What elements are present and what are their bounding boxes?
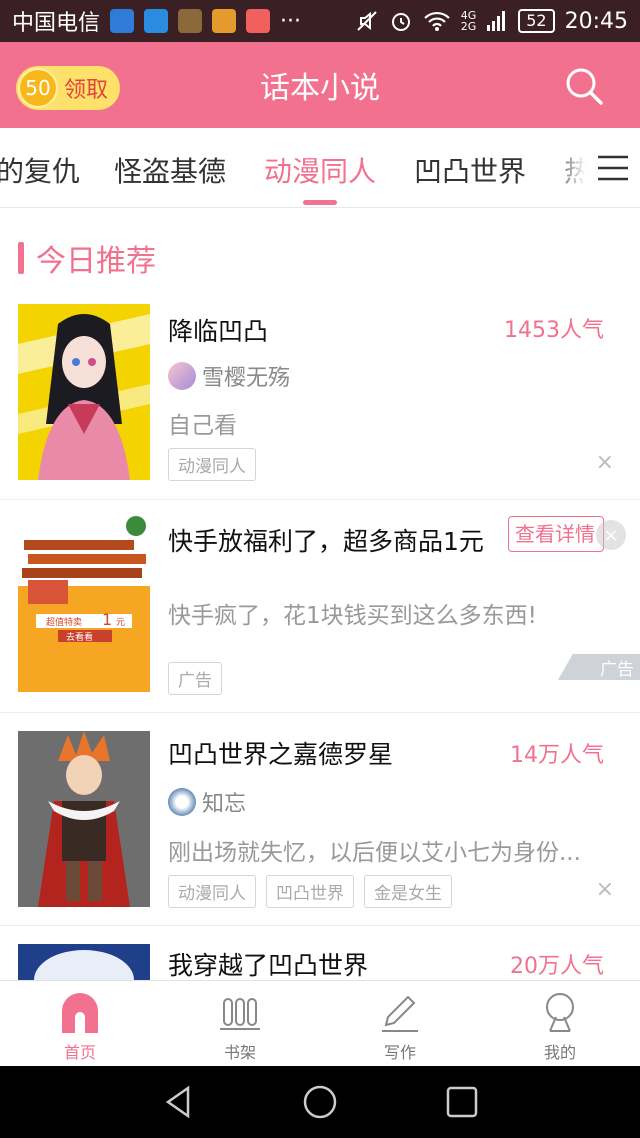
nav-home[interactable]: 首页	[0, 981, 160, 1066]
tag[interactable]: 凹凸世界	[266, 875, 354, 908]
ad-title[interactable]: 快手放福利了，超多商品1元	[168, 522, 484, 558]
book-title[interactable]: 我穿越了凹凸世界	[168, 946, 368, 980]
signal-icon	[487, 11, 506, 31]
book-cover[interactable]	[18, 731, 150, 907]
nav-label: 书架	[223, 1043, 256, 1062]
section-header: 今日推荐	[18, 240, 156, 279]
nav-bookshelf[interactable]: 书架	[160, 981, 320, 1066]
tag-list: 广告	[168, 662, 222, 695]
close-icon[interactable]: ×	[596, 877, 614, 902]
tag-list: 动漫同人	[168, 448, 256, 481]
avatar	[168, 788, 196, 816]
ad-cover-button: 去看看	[66, 633, 94, 643]
pencil-icon	[382, 995, 418, 1032]
author-info[interactable]: 知忘	[168, 786, 246, 818]
book-card[interactable]: 我穿越了凹凸世界 20万人气	[0, 926, 640, 980]
status-bar: 中国电信 ··· 4G 2G 52 20:45	[0, 0, 640, 42]
search-icon[interactable]	[564, 66, 604, 106]
book-description: 刚出场就失忆，以后便以艾小七为身份...	[168, 840, 581, 866]
book-cover[interactable]	[18, 944, 150, 980]
tab-revenge[interactable]: 的复仇	[0, 150, 80, 190]
nav-label: 写作	[383, 1043, 416, 1062]
ad-cover-price: 1	[102, 610, 113, 629]
active-tab-indicator	[303, 200, 337, 205]
close-icon[interactable]: ×	[596, 520, 626, 550]
nav-profile[interactable]: 我的	[480, 981, 640, 1066]
tag[interactable]: 动漫同人	[168, 875, 256, 908]
home-icon	[62, 993, 98, 1033]
tab-king-of-battle[interactable]: 凹凸世界	[414, 150, 526, 190]
book-title[interactable]: 凹凸世界之嘉德罗星	[168, 735, 393, 771]
ad-card[interactable]: 超值特卖 1 元 去看看 快手放福利了，超多商品1元 查看详情 × 快手疯了，花…	[0, 500, 640, 713]
book-description: 自己看	[168, 413, 237, 439]
nav-label: 首页	[63, 1043, 96, 1062]
section-accent-bar	[18, 242, 24, 274]
popularity-count: 14万人气	[510, 743, 604, 768]
nav-write[interactable]: 写作	[320, 981, 480, 1066]
message-notification-icon	[144, 9, 169, 33]
more-notifications-icon: ···	[280, 8, 301, 34]
book-card[interactable]: 凹凸世界之嘉德罗星 14万人气 知忘 刚出场就失忆，以后便以艾小七为身份... …	[0, 713, 640, 926]
ad-description: 快手疯了，花1块钱买到这么多东西!	[168, 603, 537, 629]
app-header: 50 领取 话本小说	[0, 42, 640, 128]
tag[interactable]: 金是女生	[364, 875, 452, 908]
book-title[interactable]: 降临凹凸	[168, 312, 268, 348]
book-cover[interactable]	[18, 304, 150, 480]
category-menu-icon[interactable]	[596, 154, 630, 182]
tab-anime-fanfic[interactable]: 动漫同人	[264, 150, 376, 190]
recents-icon[interactable]	[444, 1084, 480, 1120]
mute-icon	[356, 11, 377, 31]
tag-list: 动漫同人 凹凸世界 金是女生	[168, 875, 452, 908]
wifi-icon	[423, 11, 450, 31]
app-title: 话本小说	[260, 71, 380, 106]
carrier-label: 中国电信	[12, 11, 101, 36]
tab-kaito-kid[interactable]: 怪盗基德	[114, 150, 226, 190]
ad-tag: 广告	[168, 662, 222, 695]
avatar	[168, 362, 196, 390]
system-navigation-bar	[0, 1066, 640, 1138]
section-title: 今日推荐	[36, 244, 156, 279]
popularity-count: 20万人气	[510, 954, 604, 979]
author-name: 雪樱无殇	[202, 366, 291, 391]
app2-notification-icon	[212, 9, 237, 33]
book-card[interactable]: 降临凹凸 1453人气 雪樱无殇 自己看 动漫同人 ×	[0, 292, 640, 500]
bottom-navigation: 首页 书架 写作 我的	[0, 980, 640, 1066]
close-icon[interactable]: ×	[596, 450, 614, 475]
battery-indicator: 52	[518, 9, 555, 33]
view-details-button[interactable]: 查看详情	[508, 516, 604, 552]
ad-cover-badge: 超值特卖	[46, 618, 83, 628]
network-type: 4G 2G	[460, 9, 477, 33]
nav-label: 我的	[543, 1043, 576, 1062]
tag[interactable]: 动漫同人	[168, 448, 256, 481]
author-info[interactable]: 雪樱无殇	[168, 360, 290, 392]
clock: 20:45	[564, 8, 628, 34]
bookshelf-icon	[220, 998, 260, 1030]
ad-cover-unit: 元	[116, 618, 126, 628]
ad-image[interactable]: 超值特卖 1 元 去看看	[18, 516, 150, 692]
alarm-icon	[391, 13, 410, 31]
ad-mark: 广告	[558, 654, 640, 680]
back-icon[interactable]	[160, 1084, 196, 1120]
category-tabs: 的复仇 怪盗基德 动漫同人 凹凸世界 热	[0, 128, 640, 208]
author-name: 知忘	[202, 792, 247, 817]
profile-icon	[546, 993, 574, 1032]
home-button-icon[interactable]	[302, 1084, 338, 1120]
game-notification-icon	[178, 9, 203, 33]
popularity-count: 1453人气	[504, 318, 604, 343]
app3-notification-icon	[246, 9, 271, 33]
app-notification-icon	[110, 9, 135, 33]
